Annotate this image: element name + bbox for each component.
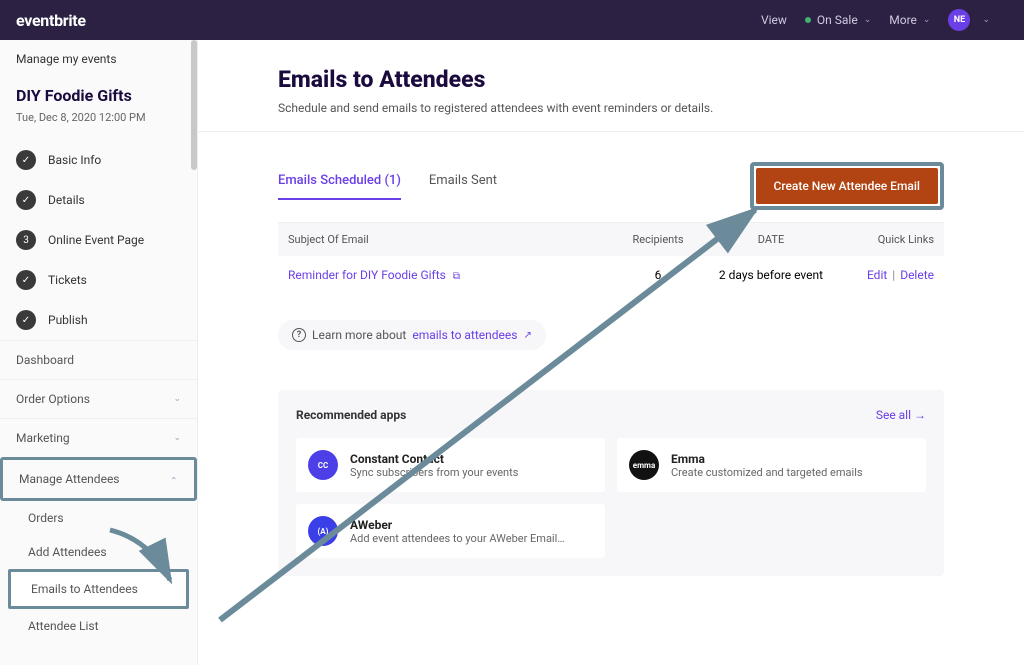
nav-online-event-page[interactable]: 3 Online Event Page <box>0 220 197 260</box>
chevron-down-icon: ⌄ <box>173 433 181 443</box>
event-title: DIY Foodie Gifts <box>16 86 181 105</box>
sub-emails-to-attendees[interactable]: Emails to Attendees <box>11 572 186 606</box>
col-date: DATE <box>708 233 834 246</box>
external-link-icon: ↗ <box>523 330 531 341</box>
nav-label: Publish <box>48 313 88 327</box>
app-icon: emma <box>629 450 659 480</box>
app-emma[interactable]: emma Emma Create customized and targeted… <box>617 438 926 492</box>
info-link: emails to attendees <box>412 328 517 342</box>
highlight-create-button: Create New Attendee Email <box>750 162 944 210</box>
tab-emails-scheduled[interactable]: Emails Scheduled (1) <box>278 173 401 200</box>
question-icon: ? <box>292 328 306 342</box>
app-icon: CC <box>308 450 338 480</box>
more-label: More <box>889 13 917 27</box>
main-header: Emails to Attendees Schedule and send em… <box>198 40 1024 132</box>
nav-label: Details <box>48 193 85 207</box>
nav-label: Basic Info <box>48 153 101 167</box>
more-dropdown[interactable]: More ⌄ <box>889 13 930 27</box>
sidebar: Manage my events DIY Foodie Gifts Tue, D… <box>0 40 198 665</box>
highlight-emails-to-attendees: Emails to Attendees <box>8 569 189 609</box>
app-desc: Create customized and targeted emails <box>671 466 863 479</box>
table-header: Subject Of Email Recipients DATE Quick L… <box>278 222 944 256</box>
chevron-down-icon: ⌄ <box>982 15 990 25</box>
col-subject: Subject Of Email <box>288 233 608 246</box>
table-row: Reminder for DIY Foodie Gifts ⧉ 6 2 days… <box>278 256 944 294</box>
section-dashboard[interactable]: Dashboard <box>0 340 197 379</box>
scrollbar[interactable] <box>191 40 197 170</box>
apps-title: Recommended apps <box>296 408 406 422</box>
recipients-value: 6 <box>608 268 708 282</box>
manage-my-events[interactable]: Manage my events <box>0 40 197 78</box>
brand-logo[interactable]: eventbrite <box>16 11 86 30</box>
chevron-down-icon: ⌄ <box>864 15 872 25</box>
section-manage-attendees[interactable]: Manage Attendees ⌄ <box>3 460 194 498</box>
col-quick-links: Quick Links <box>834 233 934 246</box>
check-icon: ✓ <box>16 150 36 170</box>
event-date: Tue, Dec 8, 2020 12:00 PM <box>16 111 181 124</box>
app-desc: Add event attendees to your AWeber Email… <box>350 532 565 545</box>
copy-icon[interactable]: ⧉ <box>453 271 460 282</box>
step-number-icon: 3 <box>16 230 36 250</box>
col-recipients: Recipients <box>608 233 708 246</box>
section-label: Manage Attendees <box>19 472 120 486</box>
tabs-row: Emails Scheduled (1) Emails Sent Create … <box>278 162 944 210</box>
nav-tickets[interactable]: ✓ Tickets <box>0 260 197 300</box>
apps-grid: CC Constant Contact Sync subscribers fro… <box>296 438 926 558</box>
section-label: Order Options <box>16 392 90 406</box>
recommended-apps: Recommended apps See all → CC Constant C… <box>278 390 944 576</box>
check-icon: ✓ <box>16 270 36 290</box>
app-icon: (A) <box>308 516 338 546</box>
status-label: On Sale <box>817 13 858 27</box>
section-marketing[interactable]: Marketing ⌄ <box>0 418 197 457</box>
create-new-attendee-email-button[interactable]: Create New Attendee Email <box>756 168 938 204</box>
status-dot-icon <box>805 17 811 23</box>
sub-attendee-list[interactable]: Attendee List <box>0 609 197 643</box>
event-title-block: DIY Foodie Gifts Tue, Dec 8, 2020 12:00 … <box>0 78 197 140</box>
edit-link[interactable]: Edit <box>867 268 887 282</box>
app-constant-contact[interactable]: CC Constant Contact Sync subscribers fro… <box>296 438 605 492</box>
section-label: Marketing <box>16 431 70 445</box>
page-subtitle: Schedule and send emails to registered a… <box>278 101 1024 115</box>
app-aweber[interactable]: (A) AWeber Add event attendees to your A… <box>296 504 605 558</box>
user-menu[interactable]: NE ⌄ <box>948 9 990 31</box>
nav-label: Online Event Page <box>48 233 144 247</box>
sub-add-attendees[interactable]: Add Attendees <box>0 535 197 569</box>
topbar: eventbrite View On Sale ⌄ More ⌄ NE ⌄ <box>0 0 1024 40</box>
section-order-options[interactable]: Order Options ⌄ <box>0 379 197 418</box>
delete-link[interactable]: Delete <box>900 268 934 282</box>
chevron-down-icon: ⌄ <box>923 15 931 25</box>
see-all-link[interactable]: See all → <box>876 408 926 422</box>
view-link[interactable]: View <box>761 13 787 27</box>
chevron-down-icon: ⌄ <box>173 394 181 404</box>
nav-basic-info[interactable]: ✓ Basic Info <box>0 140 197 180</box>
app-desc: Sync subscribers from your events <box>350 466 518 479</box>
date-value: 2 days before event <box>708 268 834 282</box>
manage-label: Manage my events <box>16 52 117 66</box>
tab-emails-sent[interactable]: Emails Sent <box>429 173 497 200</box>
app-name: AWeber <box>350 518 565 532</box>
nav-publish[interactable]: ✓ Publish <box>0 300 197 340</box>
chevron-up-icon: ⌄ <box>170 474 178 484</box>
app-name: Emma <box>671 452 863 466</box>
sub-orders[interactable]: Orders <box>0 501 197 535</box>
view-label: View <box>761 13 787 27</box>
nav-label: Tickets <box>48 273 87 287</box>
check-icon: ✓ <box>16 190 36 210</box>
content-area: Emails Scheduled (1) Emails Sent Create … <box>198 132 1024 596</box>
learn-more-pill[interactable]: ? Learn more about emails to attendees ↗ <box>278 320 546 350</box>
section-label: Dashboard <box>16 353 74 367</box>
avatar: NE <box>948 9 970 31</box>
status-dropdown[interactable]: On Sale ⌄ <box>805 13 871 27</box>
info-prefix: Learn more about <box>312 328 406 342</box>
tabs: Emails Scheduled (1) Emails Sent <box>278 173 497 200</box>
app-name: Constant Contact <box>350 452 518 466</box>
main-content: Emails to Attendees Schedule and send em… <box>198 40 1024 665</box>
page-title: Emails to Attendees <box>278 66 1024 93</box>
nav-details[interactable]: ✓ Details <box>0 180 197 220</box>
check-icon: ✓ <box>16 310 36 330</box>
email-subject-link[interactable]: Reminder for DIY Foodie Gifts <box>288 268 446 282</box>
highlight-manage-attendees: Manage Attendees ⌄ <box>0 457 197 501</box>
apps-header: Recommended apps See all → <box>296 408 926 422</box>
separator: | <box>889 268 898 282</box>
